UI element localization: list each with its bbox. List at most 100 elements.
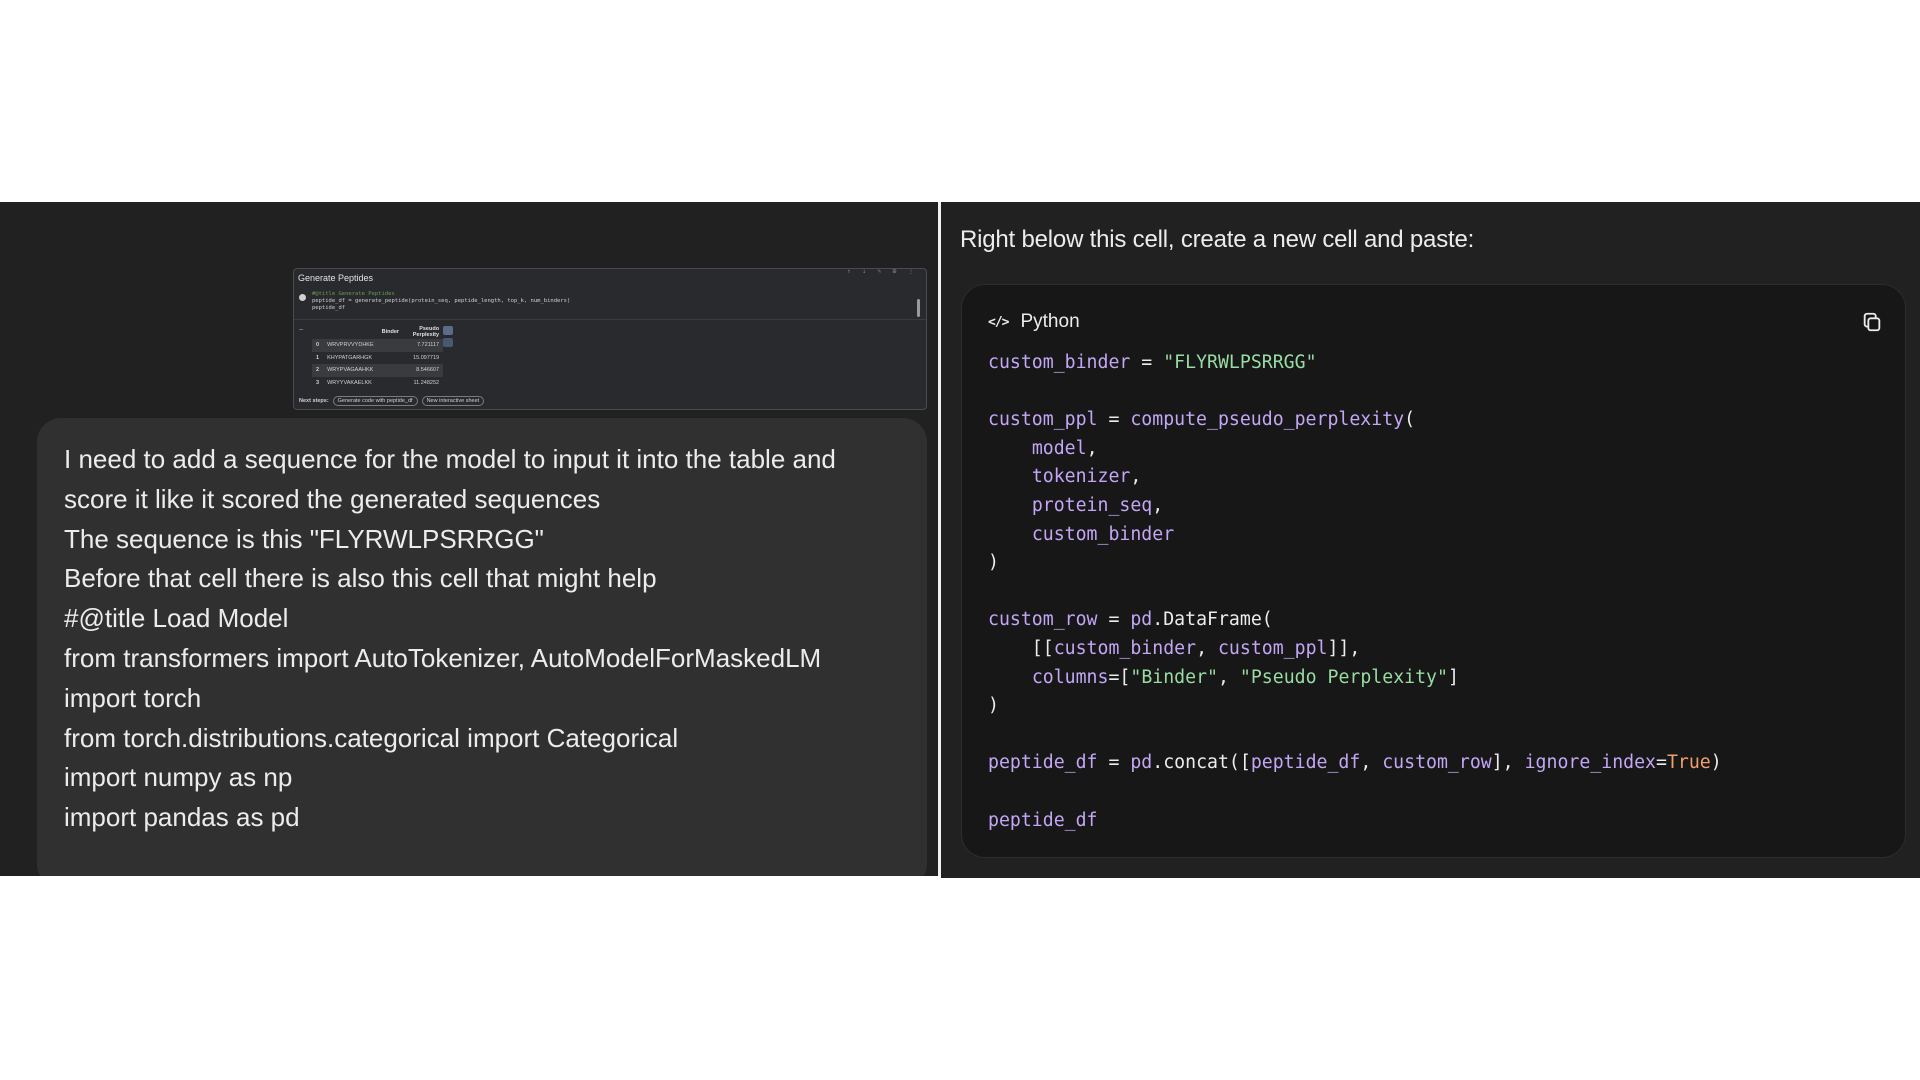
code-token: custom_binder	[1053, 637, 1197, 659]
table-cell: WRVPRVVYDHKE	[323, 339, 404, 352]
code-token: custom_binder	[1031, 523, 1175, 545]
code-token: (	[1404, 409, 1416, 431]
code-token: =[	[1108, 666, 1131, 688]
table-header: Pseudo Perplexity	[412, 326, 440, 338]
table-cell: 15.097719	[413, 354, 440, 361]
table-cell: 2	[312, 364, 324, 377]
code-token: True	[1666, 752, 1711, 774]
divider	[294, 319, 926, 320]
code-line: custom_binder = "FLYRWLPSRRGG"	[988, 349, 1722, 378]
code-token: pd	[1130, 752, 1153, 774]
code-token: model	[1031, 437, 1087, 459]
chat-user-panel: Generate Peptides ↑ ↓ ✎ ⊞ ⋮ #@title Gene…	[0, 202, 938, 876]
copy-icon	[1863, 312, 1881, 332]
code-token: ],	[1491, 752, 1525, 774]
assistant-instruction-text: Right below this cell, create a new cell…	[960, 226, 1475, 253]
code-token: ,	[1086, 437, 1098, 459]
table-action-icons	[443, 326, 453, 347]
next-steps-bar: Next steps: Generate code with peptide_d…	[299, 396, 485, 406]
code-token: =	[1097, 609, 1131, 631]
code-token: ,	[1360, 752, 1383, 774]
code-token: peptide_df	[988, 809, 1098, 831]
code-token: [[	[988, 637, 1054, 659]
code-token: "Binder"	[1130, 666, 1218, 688]
code-token: ignore_index	[1524, 752, 1656, 774]
code-block: </> Python custom_binder = "FLYRWLPSRRGG…	[961, 284, 1906, 858]
code-line: custom_row = pd.DataFrame(	[988, 606, 1722, 635]
code-token: "FLYRWLPSRRGG"	[1163, 352, 1317, 373]
code-line: columns=["Binder", "Pseudo Perplexity"]	[988, 664, 1722, 693]
code-token: columns	[1031, 666, 1109, 688]
message-line: The sequence is this "FLYRWLPSRRGG"	[64, 523, 544, 554]
table-cell: 11.248252	[413, 379, 440, 386]
thumbnail-toolbar-icons: ↑ ↓ ✎ ⊞ ⋮	[847, 268, 918, 275]
copy-code-button[interactable]	[1857, 307, 1887, 337]
generate-code-chip: Generate code with peptide_df	[332, 396, 418, 406]
code-token: protein_seq	[1031, 494, 1153, 516]
table-row: 1 KHYPATGARHGK 15.097719	[312, 352, 443, 365]
code-token: =	[1097, 752, 1131, 774]
code-line: )	[988, 549, 1722, 578]
code-line: model,	[988, 435, 1722, 464]
table-header: Binder	[381, 329, 400, 335]
code-token: peptide_df	[988, 752, 1098, 774]
code-token: compute_pseudo_perplexity	[1130, 409, 1405, 431]
table-cell: WRYYVAKAELKK	[327, 379, 372, 386]
thumbnail-code: #@title Generate Peptides peptide_df = g…	[312, 291, 570, 312]
code-token: .concat([	[1152, 752, 1251, 774]
code-language-label: Python	[1020, 311, 1080, 332]
scrollbar	[917, 299, 920, 317]
thumbnail-dataframe-table: Binder Pseudo Perplexity 0 WRVPRVVYDHKE …	[312, 325, 444, 390]
code-line: peptide_df	[988, 807, 1722, 836]
message-line: import torch	[64, 682, 202, 713]
code-token: )	[988, 695, 999, 717]
message-line: from torch.distributions.categorical imp…	[64, 722, 679, 753]
code-token: ]	[1447, 666, 1459, 688]
code-line: peptide_df	[312, 305, 346, 311]
table-row: 0 WRVPRVVYDHKE 7.721117	[312, 339, 444, 352]
code-token: custom_row	[1382, 752, 1492, 774]
code-token: )	[1710, 752, 1722, 774]
code-token: ,	[1130, 466, 1142, 488]
table-cell: 8.546607	[403, 364, 444, 377]
user-message-bubble: I need to add a sequence for the model t…	[37, 418, 927, 876]
code-icon: </>	[988, 314, 1010, 330]
table-header	[312, 325, 323, 339]
code-token: =	[1130, 352, 1164, 373]
code-language-header: </> Python	[988, 311, 1080, 333]
table-row: 2 WRYPVAGAAHKK 8.546607	[312, 364, 444, 377]
code-token: custom_ppl	[1217, 637, 1328, 659]
output-collapse-icon: —	[299, 325, 304, 333]
table-row: 3 WRYYVAKAELKK 11.248252	[312, 377, 443, 390]
run-cell-icon	[299, 294, 306, 301]
code-token: "Pseudo Perplexity"	[1239, 666, 1448, 688]
code-content[interactable]: custom_binder = "FLYRWLPSRRGG" custom_ppl…	[988, 349, 1722, 835]
code-token: custom_ppl	[988, 409, 1098, 431]
table-cell: 1	[316, 354, 320, 361]
message-line: I need to add a sequence for the model t…	[64, 444, 836, 474]
code-line: protein_seq,	[988, 492, 1722, 521]
table-cell: 7.721117	[403, 339, 444, 352]
code-line: )	[988, 692, 1722, 721]
code-token: )	[988, 552, 999, 574]
code-token: custom_row	[988, 609, 1098, 631]
table-cell: 3	[316, 379, 320, 386]
code-line: [[custom_binder, custom_ppl]],	[988, 635, 1722, 664]
table-view-icon	[443, 326, 453, 335]
attached-screenshot-thumbnail[interactable]: Generate Peptides ↑ ↓ ✎ ⊞ ⋮ #@title Gene…	[293, 268, 927, 410]
message-line: #@title Load Model	[64, 603, 289, 634]
table-cell: 0	[312, 339, 324, 352]
message-line: import pandas as pd	[64, 802, 300, 833]
code-line: peptide_df = pd.concat([peptide_df, cust…	[988, 749, 1722, 778]
message-line: import numpy as np	[64, 762, 293, 793]
code-token: ]],	[1327, 637, 1361, 659]
